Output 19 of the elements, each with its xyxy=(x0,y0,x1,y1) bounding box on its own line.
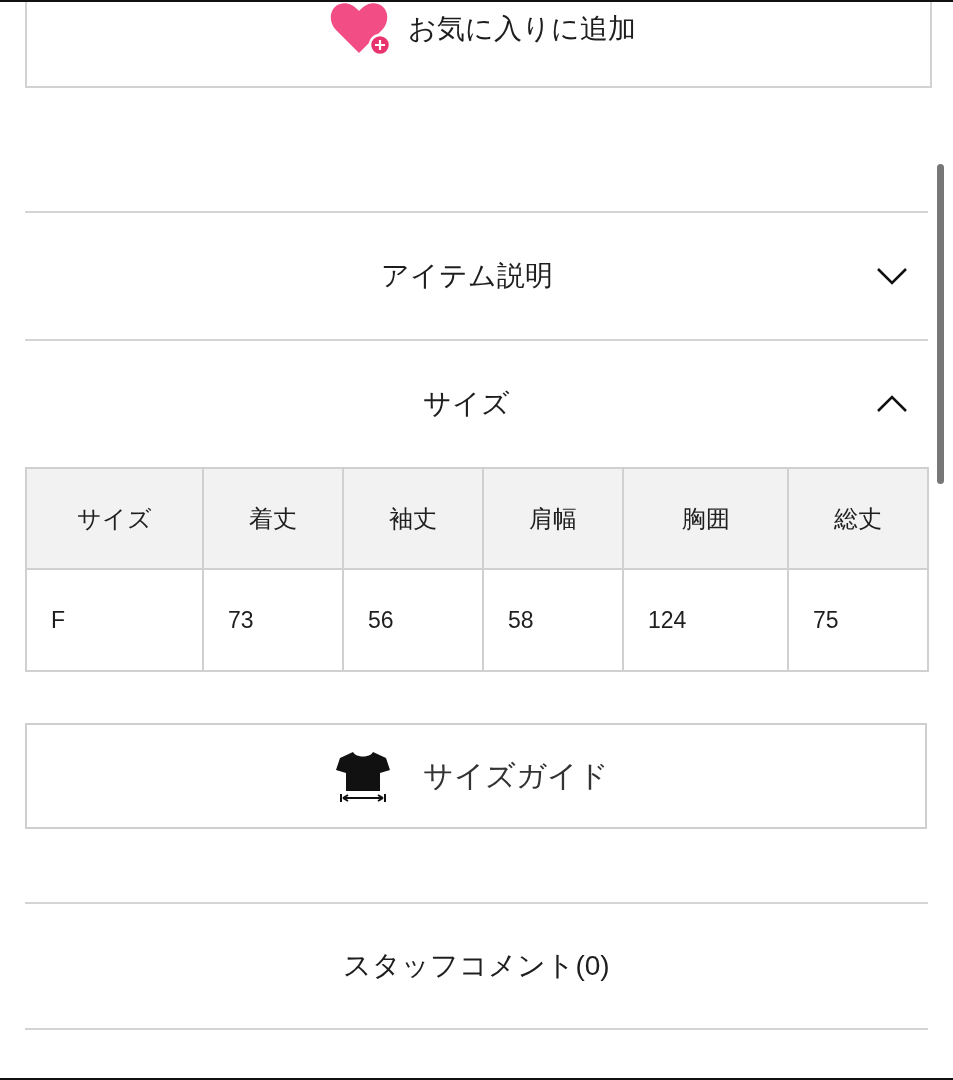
table-header-cell: 着丈 xyxy=(203,468,343,569)
table-cell: 73 xyxy=(203,569,343,671)
chevron-down-icon xyxy=(876,267,908,285)
chevron-up-icon xyxy=(876,395,908,413)
heart-plus-icon xyxy=(329,2,392,57)
size-guide-button[interactable]: サイズガイド xyxy=(25,723,927,829)
table-cell: F xyxy=(26,569,203,671)
table-cell: 58 xyxy=(483,569,623,671)
table-header-cell: サイズ xyxy=(26,468,203,569)
table-cell: 124 xyxy=(623,569,788,671)
t-shirt-icon xyxy=(335,750,391,802)
table-cell: 75 xyxy=(788,569,928,671)
table-header-cell: 総丈 xyxy=(788,468,928,569)
table-cell: 56 xyxy=(343,569,483,671)
table-header-cell: 袖丈 xyxy=(343,468,483,569)
scrollbar-thumb[interactable] xyxy=(937,164,944,484)
table-header-cell: 胸囲 xyxy=(623,468,788,569)
add-to-favorites-button[interactable]: お気に入りに追加 xyxy=(25,2,932,88)
table-header-cell: 肩幅 xyxy=(483,468,623,569)
